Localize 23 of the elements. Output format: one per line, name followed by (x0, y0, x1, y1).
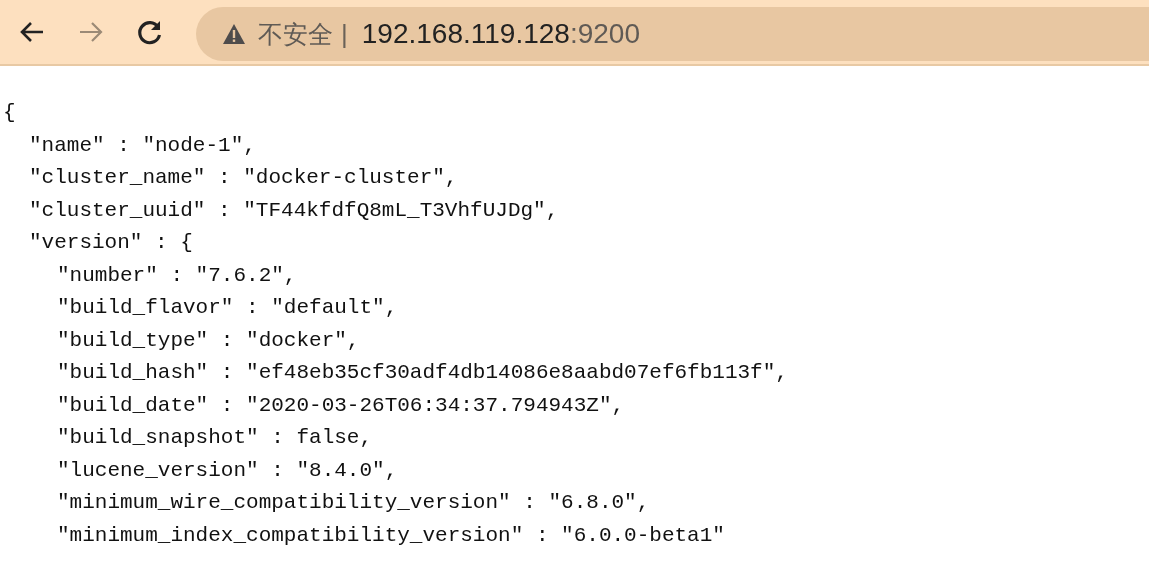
json-line: "build_date" : "2020-03-26T06:34:37.794943Z", (57, 393, 625, 417)
json-line: "cluster_uuid" : "TF44kfdfQ8mL_T3VhfUJDg", (29, 198, 559, 222)
reload-icon (136, 18, 164, 46)
address-bar[interactable]: 不安全 | 192.168.119.128:9200 (196, 7, 1149, 61)
json-line: "version" : { (29, 231, 193, 254)
url-host: 192.168.119.128 (361, 18, 570, 50)
json-line: "minimum_index_compatibility_version" : "6.0.0-beta1" (57, 523, 725, 547)
separator: | (341, 18, 348, 50)
warning-icon (222, 23, 246, 45)
json-line: "minimum_wire_compatibility_version" : "6.8.0", (57, 491, 650, 514)
json-line: "cluster_name" : "docker-cluster", (29, 166, 458, 189)
url-port: :9200 (569, 18, 640, 50)
json-line: "name" : "node-1", (29, 133, 256, 157)
security-label: 不安全 (258, 18, 333, 51)
left-arrow-icon (19, 20, 45, 44)
json-line: "build_flavor" : "default", (57, 296, 398, 319)
right-arrow-icon (78, 20, 104, 44)
json-line: "number" : "7.6.2", (57, 263, 297, 287)
json-line: { (3, 101, 16, 124)
json-line: "lucene_version" : "8.4.0", (57, 458, 398, 482)
json-line: "build_type" : "docker", (57, 328, 360, 352)
json-line: "build_hash" : "ef48eb35cf30adf4db14086e8aabd07ef6fb113f", (57, 361, 788, 384)
json-line: "build_snapshot" : false, (57, 426, 373, 449)
